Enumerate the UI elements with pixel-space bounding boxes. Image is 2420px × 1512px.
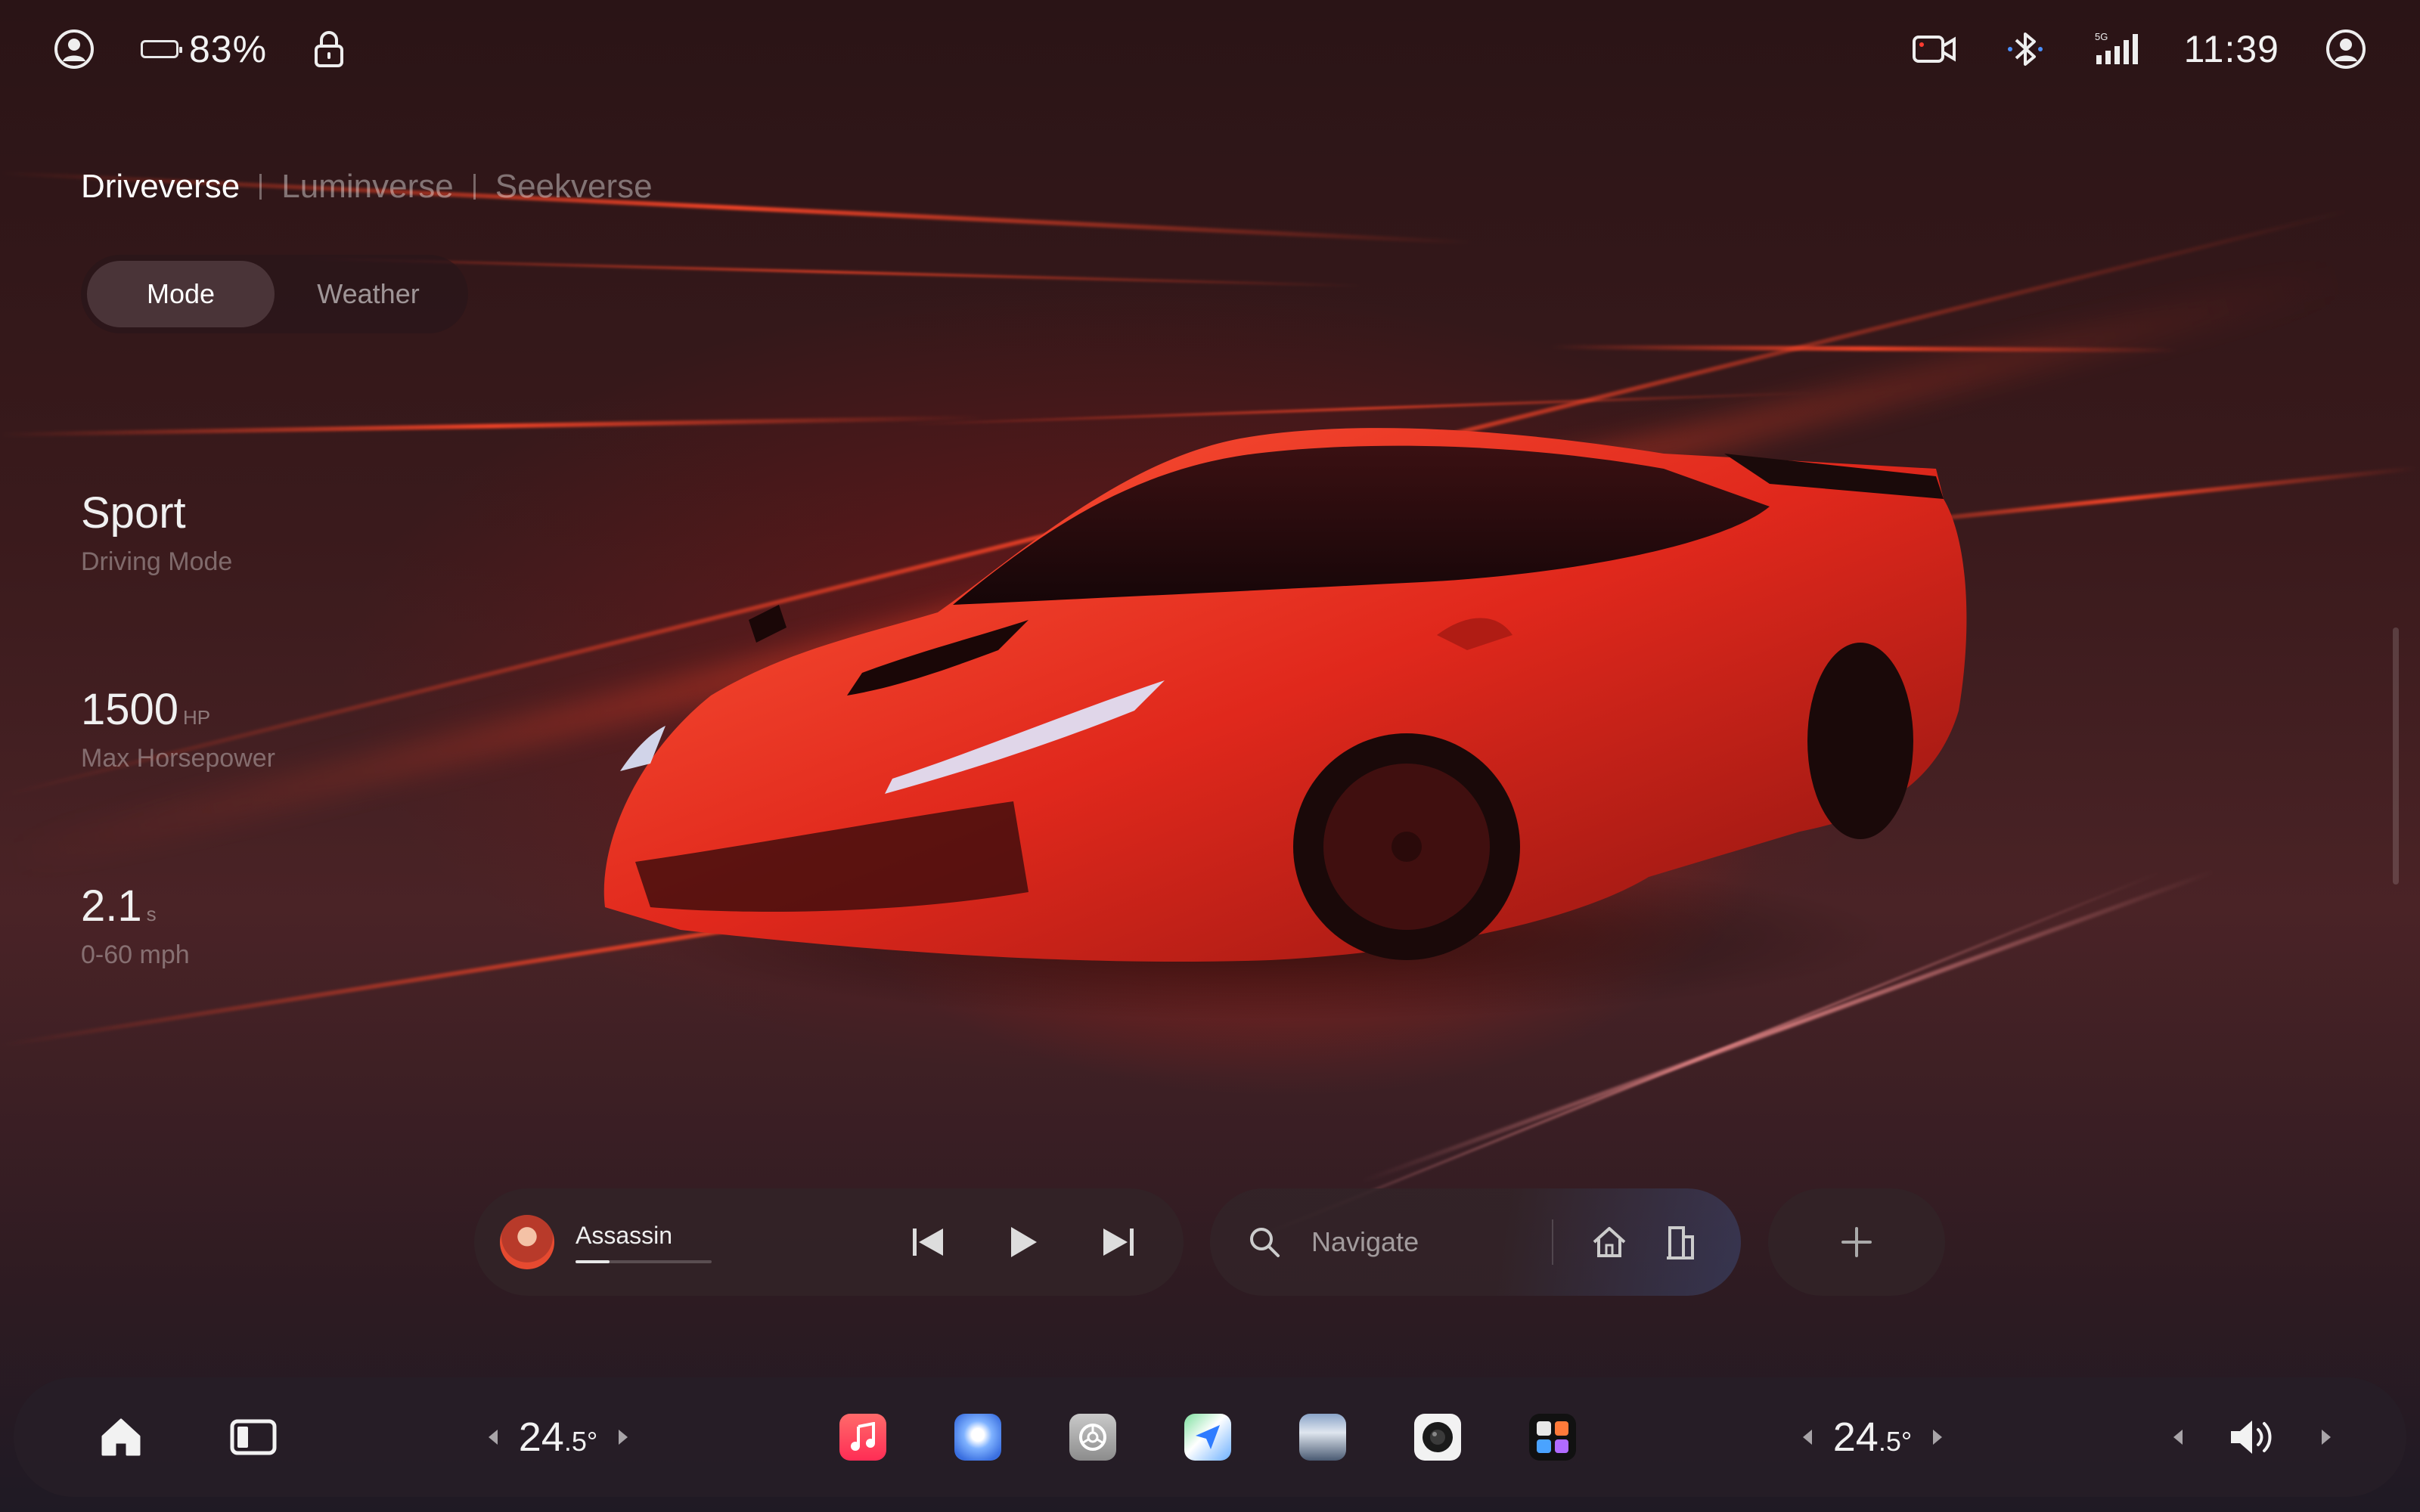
media-controls xyxy=(911,1225,1135,1259)
stat-driving-mode: Sport Driving Mode xyxy=(81,488,232,577)
stat-value: Sport xyxy=(81,488,186,538)
plus-icon xyxy=(1840,1225,1873,1259)
volume-down-icon[interactable] xyxy=(2173,1430,2183,1445)
search-icon[interactable] xyxy=(1248,1225,1281,1259)
account-icon[interactable] xyxy=(2325,28,2367,70)
mode-weather-toggle: Mode Weather xyxy=(81,255,468,333)
temp-decimal: .5° xyxy=(563,1426,598,1457)
light-streak xyxy=(907,392,1815,426)
home-icon xyxy=(101,1418,141,1456)
stat-unit: s xyxy=(146,903,157,925)
home-button[interactable] xyxy=(83,1377,159,1497)
track-info: Assassin xyxy=(576,1222,772,1263)
tab-driveverse[interactable]: Driveverse xyxy=(81,168,240,206)
stat-acceleration: 2.1 s 0-60 mph xyxy=(81,881,190,970)
album-art[interactable] xyxy=(500,1215,554,1269)
battery-indicator: 83% xyxy=(141,27,267,71)
signal-icon: 5G xyxy=(2093,31,2139,67)
temp-increase-icon[interactable] xyxy=(619,1430,628,1445)
battery-percent: 83% xyxy=(189,28,268,70)
stat-value: 2.1 xyxy=(81,881,142,931)
temp-decrease-icon[interactable] xyxy=(488,1430,498,1445)
stat-label: Max Horsepower xyxy=(81,744,275,773)
play-icon[interactable] xyxy=(1008,1225,1038,1259)
sports-car-image xyxy=(603,428,1967,1021)
navigate-input[interactable]: Navigate xyxy=(1311,1226,1419,1258)
tab-divider xyxy=(259,174,262,200)
split-view-button[interactable] xyxy=(212,1377,295,1497)
status-bar: 83% 5G 11:39 xyxy=(53,23,2367,76)
navigation-widget: Navigate xyxy=(1210,1188,1741,1296)
apps-grid-icon[interactable] xyxy=(1519,1377,1587,1497)
profile-icon[interactable] xyxy=(53,28,95,70)
next-track-icon[interactable] xyxy=(1102,1227,1135,1257)
camera-icon[interactable] xyxy=(1912,33,1957,66)
track-title: Assassin xyxy=(576,1221,673,1249)
media-player: Assassin xyxy=(474,1188,1184,1296)
home-nav-icon[interactable] xyxy=(1591,1225,1627,1259)
tab-luminverse[interactable]: Luminverse xyxy=(281,168,453,206)
verse-tabs: Driveverse Luminverse Seekverse xyxy=(81,168,653,206)
dock: 24.5° 24.5° xyxy=(14,1377,2406,1497)
scrollbar[interactable] xyxy=(2393,627,2399,885)
temp-value: 24 xyxy=(1832,1414,1879,1460)
camera-app-icon[interactable] xyxy=(1404,1377,1472,1497)
stat-value: 1500 xyxy=(81,685,179,734)
nav-divider xyxy=(1552,1219,1553,1265)
previous-track-icon[interactable] xyxy=(911,1227,945,1257)
temp-increase-icon[interactable] xyxy=(1933,1430,1943,1445)
tab-seekverse[interactable]: Seekverse xyxy=(495,168,653,206)
split-view-icon xyxy=(230,1419,277,1455)
temp-decrease-icon[interactable] xyxy=(1802,1430,1812,1445)
stat-unit: HP xyxy=(183,706,211,729)
volume-control xyxy=(2154,1377,2350,1497)
office-nav-icon[interactable] xyxy=(1665,1225,1696,1259)
volume-icon[interactable] xyxy=(2228,1418,2276,1457)
stat-horsepower: 1500 HP Max Horsepower xyxy=(81,684,275,773)
music-app-icon[interactable] xyxy=(829,1377,897,1497)
clock: 11:39 xyxy=(2183,28,2279,70)
add-widget-button[interactable] xyxy=(1768,1188,1945,1296)
driver-temperature: 24.5° xyxy=(460,1377,656,1497)
segment-mode[interactable]: Mode xyxy=(87,261,275,327)
bluetooth-icon[interactable] xyxy=(2003,29,2048,69)
signal-label: 5G xyxy=(2095,31,2108,42)
gallery-app-icon[interactable] xyxy=(1289,1377,1357,1497)
settings-app-icon[interactable] xyxy=(1059,1377,1127,1497)
lock-icon[interactable] xyxy=(312,29,346,69)
weather-app-icon[interactable] xyxy=(944,1377,1012,1497)
stat-label: 0-60 mph xyxy=(81,940,190,969)
battery-icon xyxy=(141,40,182,58)
stat-label: Driving Mode xyxy=(81,547,233,576)
temp-decimal: .5° xyxy=(1878,1426,1913,1457)
tab-divider xyxy=(473,174,476,200)
temp-value: 24 xyxy=(518,1414,564,1460)
maps-app-icon[interactable] xyxy=(1174,1377,1242,1497)
segment-weather[interactable]: Weather xyxy=(275,261,462,327)
track-progress-fill xyxy=(576,1259,610,1263)
passenger-temperature: 24.5° xyxy=(1774,1377,1971,1497)
volume-up-icon[interactable] xyxy=(2322,1430,2331,1445)
track-progress[interactable] xyxy=(576,1259,712,1263)
